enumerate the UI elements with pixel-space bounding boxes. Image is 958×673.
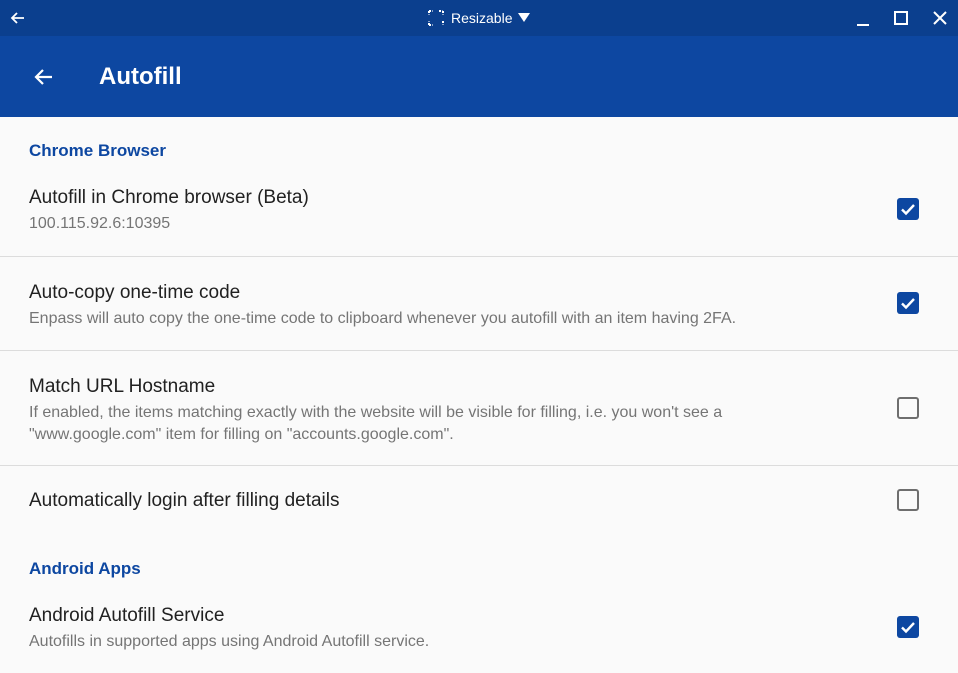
back-button[interactable] — [32, 65, 56, 89]
check-icon — [901, 622, 915, 634]
setting-title: Match URL Hostname — [29, 376, 216, 397]
checkbox-match-url-hostname[interactable] — [897, 397, 919, 419]
maximize-icon[interactable] — [891, 8, 911, 28]
section-header-android-apps: Android Apps — [29, 559, 141, 578]
window-mode-dropdown[interactable]: Resizable — [427, 9, 531, 27]
checkbox-auto-login[interactable] — [897, 489, 919, 511]
setting-auto-copy-otp[interactable]: Auto-copy one-time code Enpass will auto… — [0, 257, 958, 350]
app-bar: Autofill — [0, 36, 958, 117]
caret-down-icon — [518, 13, 531, 22]
setting-subtitle: 100.115.92.6:10395 — [29, 215, 171, 232]
setting-android-autofill-service[interactable]: Android Autofill Service Autofills in su… — [0, 588, 958, 673]
setting-subtitle: Enpass will auto copy the one-time code … — [29, 310, 737, 327]
checkbox-android-autofill-service[interactable] — [897, 616, 919, 638]
page-title: Autofill — [99, 63, 182, 90]
setting-title: Android Autofill Service — [29, 605, 225, 626]
window-titlebar: Resizable — [0, 0, 958, 36]
setting-title: Auto-copy one-time code — [29, 282, 241, 303]
check-icon — [901, 298, 915, 310]
resize-icon — [428, 10, 444, 26]
section-header-chrome-browser: Chrome Browser — [29, 141, 166, 160]
check-icon — [901, 204, 915, 216]
setting-match-url-hostname[interactable]: Match URL Hostname If enabled, the items… — [0, 351, 958, 465]
setting-title: Autofill in Chrome browser (Beta) — [29, 187, 309, 208]
checkbox-autofill-chrome[interactable] — [897, 198, 919, 220]
checkbox-auto-copy-otp[interactable] — [897, 292, 919, 314]
minimize-icon[interactable] — [853, 8, 873, 28]
window-mode-label: Resizable — [451, 10, 513, 26]
close-icon[interactable] — [930, 8, 950, 28]
arrow-left-icon[interactable] — [8, 8, 28, 28]
setting-subtitle: Autofills in supported apps using Androi… — [29, 633, 430, 650]
setting-auto-login[interactable]: Automatically login after filling detail… — [0, 466, 958, 536]
setting-autofill-chrome[interactable]: Autofill in Chrome browser (Beta) 100.11… — [0, 170, 958, 256]
setting-title: Automatically login after filling detail… — [29, 490, 340, 511]
setting-subtitle: If enabled, the items matching exactly w… — [29, 404, 723, 443]
